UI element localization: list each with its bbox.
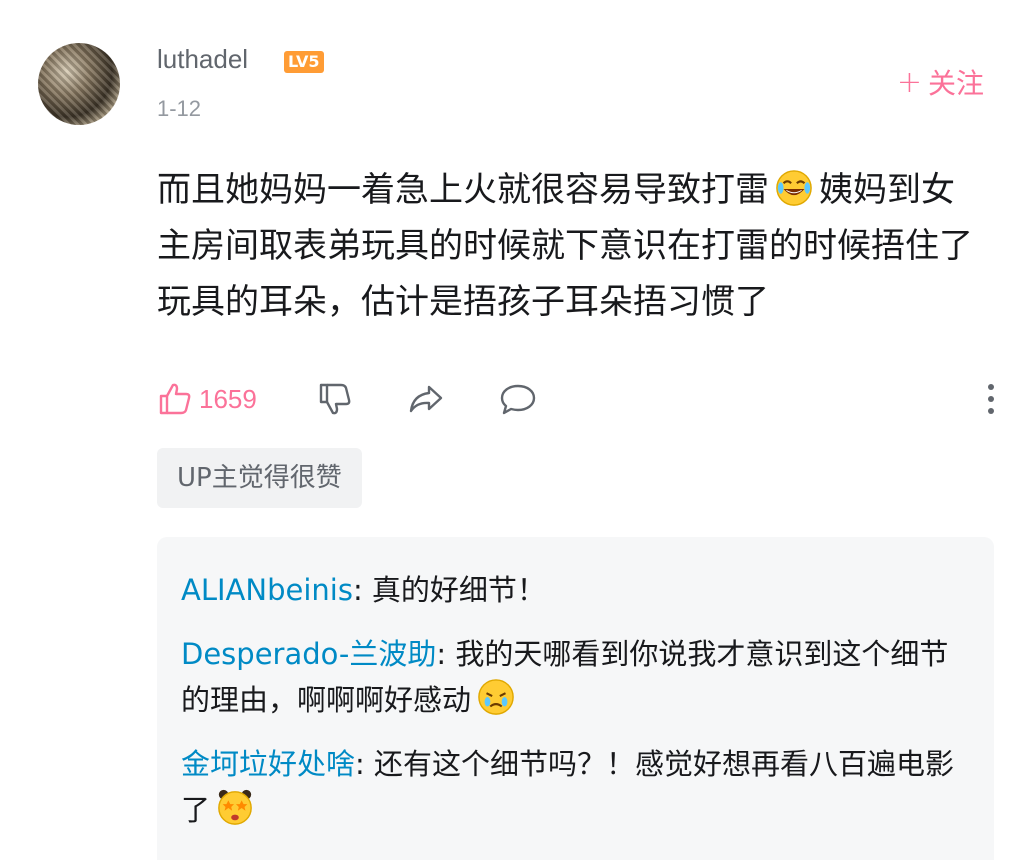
share-button[interactable] bbox=[407, 374, 445, 424]
like-button[interactable]: 1659 bbox=[157, 374, 257, 424]
follow-label: 关注 bbox=[927, 67, 984, 100]
thumbs-down-icon bbox=[319, 383, 351, 415]
reply-username[interactable]: 金坷垃好处啥 bbox=[181, 747, 355, 781]
reply-item[interactable]: Desperado-兰波助: 我的天哪看到你说我才意识到这个细节的理由，啊啊啊好… bbox=[181, 631, 970, 723]
reply-username[interactable]: ALIANbeinis bbox=[181, 573, 353, 607]
more-vertical-icon bbox=[988, 384, 994, 414]
username[interactable]: luthadel bbox=[157, 44, 248, 75]
comment-actions: 1659 bbox=[157, 374, 997, 424]
dislike-button[interactable] bbox=[317, 374, 353, 424]
reply-item[interactable]: ALIANbeinis: 真的好细节！ bbox=[181, 567, 970, 613]
reply-item[interactable]: 金坷垃好处啥: 还有这个细节吗？！感觉好想再看八百遍电影了 bbox=[181, 741, 970, 833]
reply-text: : 真的好细节！ bbox=[352, 573, 546, 607]
touched-cry-emoji-icon bbox=[478, 679, 514, 715]
follow-button[interactable]: + 关注 bbox=[897, 62, 984, 102]
avatar[interactable] bbox=[38, 43, 120, 125]
level-badge: LV5 bbox=[284, 51, 324, 73]
replies-panel[interactable]: ALIANbeinis: 真的好细节！ Desperado-兰波助: 我的天哪看… bbox=[157, 537, 994, 860]
like-count: 1659 bbox=[199, 383, 257, 414]
plus-icon: + bbox=[896, 64, 922, 100]
comment-date: 1-12 bbox=[157, 96, 202, 121]
starry-eyed-emoji-icon bbox=[218, 789, 252, 825]
reply-username[interactable]: Desperado-兰波助 bbox=[181, 637, 436, 671]
comment-bubble-icon bbox=[500, 384, 536, 415]
more-options-button[interactable] bbox=[985, 374, 997, 424]
laugh-cry-emoji-icon bbox=[776, 170, 812, 206]
comment-text-part1: 而且她妈妈一着急上火就很容易导致打雷 bbox=[157, 170, 769, 210]
reply-button[interactable] bbox=[499, 374, 537, 424]
share-icon bbox=[409, 385, 443, 413]
thumbs-up-icon bbox=[159, 383, 191, 415]
up-liked-badge: UP主觉得很赞 bbox=[157, 448, 362, 508]
comment-text: 而且她妈妈一着急上火就很容易导致打雷 姨妈到女主房间取表弟玩具的时候就下意识在打… bbox=[157, 162, 987, 330]
